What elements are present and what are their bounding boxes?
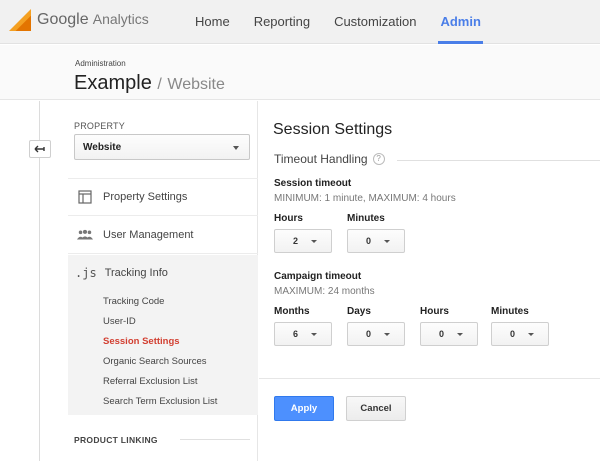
campaign-days-value: 0	[366, 329, 372, 339]
nav-home[interactable]: Home	[195, 0, 230, 44]
campaign-hours-label: Hours	[420, 306, 449, 317]
nav-customization[interactable]: Customization	[334, 0, 416, 44]
session-timeout-note: MINIMUM: 1 minute, MAXIMUM: 4 hours	[274, 193, 456, 204]
property-select-value: Website	[83, 142, 122, 153]
campaign-timeout-note: MAXIMUM: 24 months	[274, 286, 375, 297]
sidebar-item-label: User Management	[103, 228, 194, 241]
sidebar-item-property-settings[interactable]: Property Settings	[68, 178, 258, 216]
timeout-handling-label: Timeout Handling	[274, 152, 368, 166]
sidebar-sub-referral-exclusion-list[interactable]: Referral Exclusion List	[103, 376, 198, 387]
campaign-timeout-heading: Campaign timeout	[274, 271, 362, 282]
campaign-minutes-label: Minutes	[491, 306, 529, 317]
sidebar-sub-organic-search-sources[interactable]: Organic Search Sources	[103, 356, 207, 367]
campaign-minutes-value: 0	[510, 329, 516, 339]
nav-admin[interactable]: Admin	[438, 0, 484, 44]
back-button[interactable]	[29, 140, 51, 158]
chevron-down-icon	[311, 240, 317, 243]
sidebar-item-label: Tracking Info	[104, 267, 168, 279]
sidebar-sub-user-id[interactable]: User-ID	[103, 316, 136, 327]
campaign-days-label: Days	[347, 306, 371, 317]
chevron-down-icon	[384, 240, 390, 243]
main-nav: Home Reporting Customization Admin	[195, 0, 505, 44]
session-hours-label: Hours	[274, 213, 303, 224]
help-icon[interactable]: ?	[372, 153, 385, 165]
chevron-down-icon	[233, 146, 239, 150]
sidebar-sub-search-term-exclusion-list[interactable]: Search Term Exclusion List	[103, 396, 217, 407]
session-hours-select[interactable]: 2	[274, 229, 332, 253]
session-timeout-heading: Session timeout	[274, 178, 352, 189]
logo-analytics-text: Analytics	[92, 11, 149, 27]
campaign-months-value: 6	[293, 329, 299, 339]
campaign-months-label: Months	[274, 306, 310, 317]
analytics-logo-icon	[9, 9, 31, 31]
campaign-minutes-select[interactable]: 0	[491, 322, 549, 346]
back-arrow-icon	[34, 145, 45, 153]
account-name: Example	[74, 72, 152, 94]
sidebar-sub-tracking-code[interactable]: Tracking Code	[103, 296, 164, 307]
property-name: Website	[167, 76, 225, 93]
cancel-button[interactable]: Cancel	[346, 396, 406, 421]
chevron-down-icon	[528, 333, 534, 336]
page-title: Example / Website	[74, 72, 225, 95]
campaign-days-select[interactable]: 0	[347, 322, 405, 346]
session-hours-value: 2	[293, 236, 299, 246]
property-settings-icon	[77, 189, 93, 205]
breadcrumb[interactable]: Administration	[75, 59, 126, 68]
timeout-handling-heading: Timeout Handling ?	[274, 152, 385, 166]
google-analytics-logo[interactable]: Google Analytics	[9, 9, 149, 31]
session-minutes-select[interactable]: 0	[347, 229, 405, 253]
title-separator: /	[157, 76, 162, 93]
product-linking-heading: PRODUCT LINKING	[74, 435, 158, 445]
chevron-down-icon	[384, 333, 390, 336]
nav-reporting[interactable]: Reporting	[254, 0, 310, 44]
chevron-down-icon	[457, 333, 463, 336]
users-icon	[77, 227, 93, 243]
session-minutes-label: Minutes	[347, 213, 385, 224]
property-label: PROPERTY	[74, 121, 125, 131]
property-select[interactable]: Website	[74, 134, 250, 160]
sidebar-sub-session-settings[interactable]: Session Settings	[103, 336, 180, 347]
campaign-hours-select[interactable]: 0	[420, 322, 478, 346]
campaign-months-select[interactable]: 6	[274, 322, 332, 346]
session-minutes-value: 0	[366, 236, 372, 246]
sidebar-item-tracking-info[interactable]: .js Tracking Info	[68, 255, 258, 291]
section-title: Session Settings	[273, 121, 393, 138]
chevron-down-icon	[311, 333, 317, 336]
page-header: Administration Example / Website	[0, 45, 600, 100]
sidebar-item-user-management[interactable]: User Management	[68, 216, 258, 254]
campaign-hours-value: 0	[439, 329, 445, 339]
top-bar: Google Analytics Home Reporting Customiz…	[0, 0, 600, 44]
sidebar-item-label: Property Settings	[103, 190, 188, 203]
js-icon: .js	[75, 266, 97, 280]
apply-button[interactable]: Apply	[274, 396, 334, 421]
logo-google-text: Google	[37, 11, 89, 28]
